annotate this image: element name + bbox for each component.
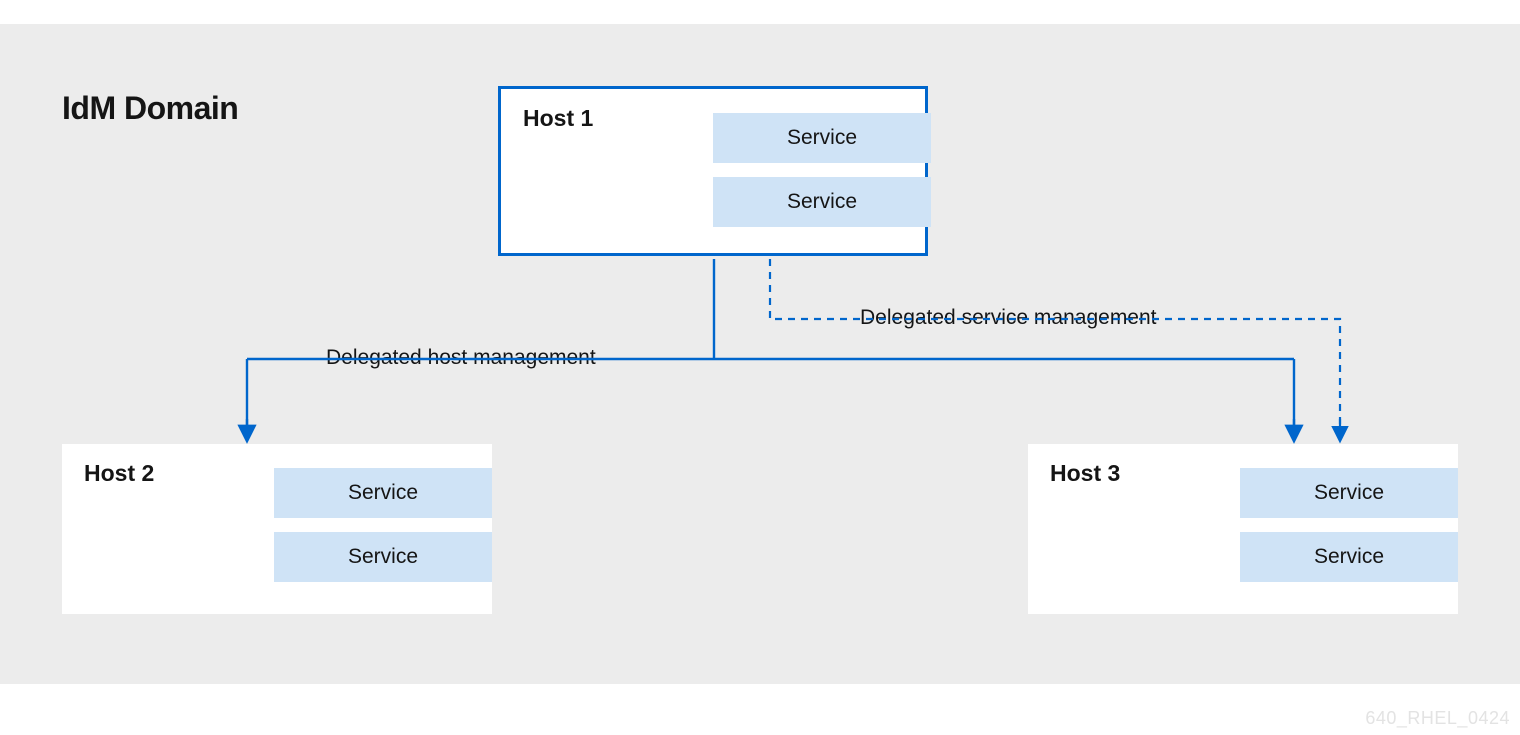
host1-service2: Service <box>713 177 931 227</box>
host2-label: Host 2 <box>84 460 154 487</box>
host2-box: Host 2 Service Service <box>62 444 492 614</box>
watermark-text: 640_RHEL_0424 <box>1365 708 1510 729</box>
svc-mgmt-label: Delegated service management <box>860 306 1157 330</box>
host3-service1: Service <box>1240 468 1458 518</box>
host1-service1: Service <box>713 113 931 163</box>
host2-service2: Service <box>274 532 492 582</box>
host3-label: Host 3 <box>1050 460 1120 487</box>
host-mgmt-label: Delegated host management <box>326 346 596 370</box>
host2-service1: Service <box>274 468 492 518</box>
host1-label: Host 1 <box>523 105 593 132</box>
diagram-canvas: IdM Domain Host 1 Service Service Host 2… <box>0 24 1520 684</box>
diagram-title: IdM Domain <box>62 90 238 127</box>
dashed-connector <box>770 259 1340 436</box>
host3-box: Host 3 Service Service <box>1028 444 1458 614</box>
host1-box: Host 1 Service Service <box>498 86 928 256</box>
host3-service2: Service <box>1240 532 1458 582</box>
